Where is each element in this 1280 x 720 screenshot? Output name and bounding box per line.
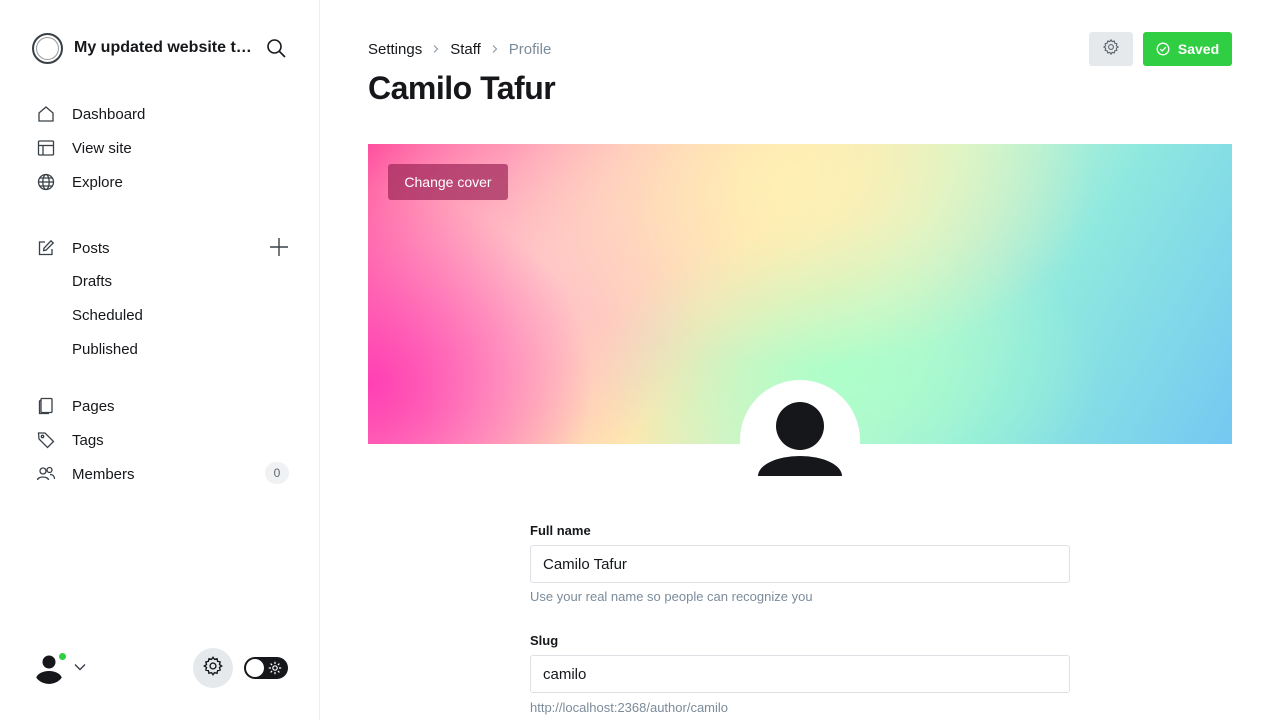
nav-tags[interactable]: Tags	[36, 428, 104, 452]
nav-view-site-label: View site	[72, 139, 132, 157]
profile-picture[interactable]	[740, 380, 860, 500]
gear-icon	[1102, 38, 1120, 61]
breadcrumb: Settings Staff Profile	[368, 40, 551, 58]
site-title: My updated website title	[74, 39, 252, 56]
page-title: Camilo Tafur	[368, 70, 556, 106]
online-status-dot	[57, 651, 68, 662]
brand[interactable]: My updated website title	[32, 32, 252, 64]
nav-view-site[interactable]: View site	[36, 136, 132, 160]
sidebar: My updated website title Dashboard View …	[0, 0, 320, 720]
check-circle-icon	[1156, 42, 1170, 56]
edit-icon	[36, 238, 56, 258]
save-button-label: Saved	[1177, 41, 1220, 57]
nav-dashboard[interactable]: Dashboard	[36, 102, 145, 126]
full-name-input[interactable]	[530, 545, 1070, 583]
page-icon	[36, 396, 56, 416]
full-name-label: Full name	[530, 523, 591, 538]
chevron-right-icon	[429, 42, 443, 56]
search-icon[interactable]	[264, 36, 288, 60]
globe-icon	[36, 172, 56, 192]
chevron-down-icon[interactable]	[73, 660, 87, 674]
nav-pages[interactable]: Pages	[36, 394, 115, 418]
nav-drafts[interactable]: Drafts	[72, 273, 112, 290]
home-icon	[36, 104, 56, 124]
breadcrumb-profile: Profile	[508, 40, 552, 58]
nav-posts-label: Posts	[72, 239, 110, 257]
nav-pages-label: Pages	[72, 397, 115, 415]
nav-explore[interactable]: Explore	[36, 170, 123, 194]
breadcrumb-staff[interactable]: Staff	[450, 41, 481, 58]
nav-scheduled[interactable]: Scheduled	[72, 307, 143, 324]
breadcrumb-settings[interactable]: Settings	[368, 41, 422, 58]
nav-members-label: Members	[72, 465, 135, 483]
theme-toggle[interactable]	[244, 657, 288, 679]
nav-tags-label: Tags	[72, 431, 104, 449]
members-icon	[36, 464, 56, 484]
layout-icon	[36, 138, 56, 158]
members-count-badge: 0	[265, 462, 289, 484]
chevron-right-icon	[488, 42, 502, 56]
slug-hint: http://localhost:2368/author/camilo	[530, 700, 729, 715]
change-cover-button[interactable]: Change cover	[388, 164, 508, 200]
nav-explore-label: Explore	[72, 173, 123, 191]
nav-published[interactable]: Published	[72, 341, 138, 358]
gear-icon	[202, 655, 224, 682]
slug-input[interactable]	[530, 655, 1070, 693]
sun-icon	[268, 661, 282, 675]
slug-label: Slug	[530, 633, 559, 648]
new-post-plus-icon[interactable]	[268, 236, 290, 258]
nav-posts[interactable]: Posts	[36, 236, 110, 260]
site-logo	[32, 32, 63, 64]
user-actions-button[interactable]	[1089, 32, 1133, 66]
tag-icon	[36, 430, 56, 450]
toggle-knob	[246, 659, 264, 677]
nav-dashboard-label: Dashboard	[72, 105, 146, 123]
save-button[interactable]: Saved	[1143, 32, 1232, 66]
settings-button[interactable]	[193, 648, 233, 688]
full-name-hint: Use your real name so people can recogni…	[530, 589, 813, 604]
nav-members[interactable]: Members	[36, 462, 135, 486]
